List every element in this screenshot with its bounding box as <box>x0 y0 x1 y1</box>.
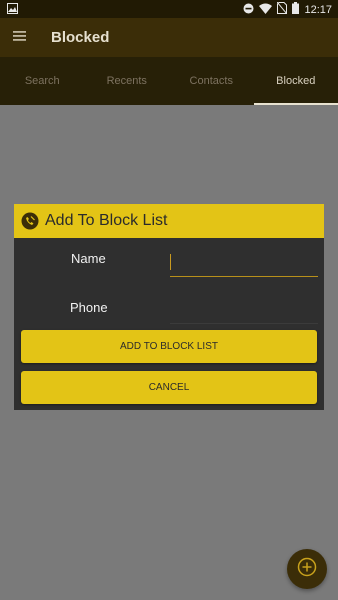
add-button[interactable] <box>287 549 327 589</box>
battery-icon <box>292 2 300 17</box>
tab-contacts[interactable]: Contacts <box>169 57 254 105</box>
add-to-block-list-dialog: Add To Block List Name Phone ADD TO BLOC… <box>14 204 324 410</box>
phone-field[interactable] <box>170 299 318 324</box>
tab-search[interactable]: Search <box>0 57 85 105</box>
no-sim-icon <box>277 1 288 17</box>
name-field[interactable] <box>170 252 318 277</box>
tab-blocked[interactable]: Blocked <box>253 57 338 105</box>
app-bar: Blocked <box>0 18 338 57</box>
block-icon <box>21 212 39 230</box>
cancel-button[interactable]: CANCEL <box>21 371 317 404</box>
tab-bar: Search Recents Contacts Blocked <box>0 57 338 105</box>
wifi-icon <box>259 3 273 17</box>
add-circle-icon <box>297 557 317 582</box>
tab-recents[interactable]: Recents <box>85 57 170 105</box>
add-to-block-list-button[interactable]: ADD TO BLOCK LIST <box>21 330 317 363</box>
dialog-header: Add To Block List <box>14 204 324 238</box>
phone-label: Phone <box>70 300 108 315</box>
status-time: 12:17 <box>304 3 332 16</box>
text-cursor <box>170 254 171 270</box>
image-icon <box>7 3 18 17</box>
status-bar: 12:17 <box>0 0 338 18</box>
dnd-icon <box>243 3 254 17</box>
page-title: Blocked <box>51 29 110 46</box>
name-label: Name <box>71 251 106 266</box>
menu-icon[interactable] <box>12 28 28 44</box>
dialog-title: Add To Block List <box>45 212 168 229</box>
